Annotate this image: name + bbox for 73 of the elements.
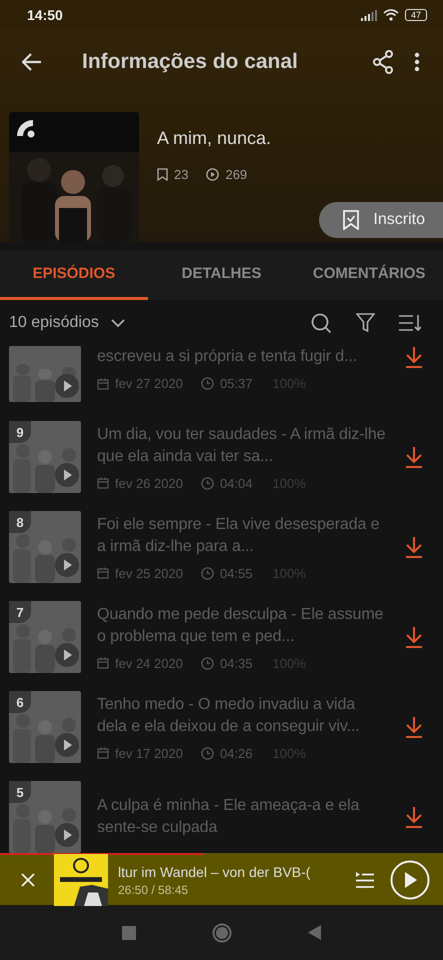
clock-icon <box>200 746 214 760</box>
episode-count-dropdown[interactable]: 10 episódios <box>9 314 99 332</box>
play-button-icon[interactable] <box>55 823 79 847</box>
tab[interactable]: DETALHES <box>148 250 296 300</box>
episode-duration: 04:26 <box>220 746 252 760</box>
sort-icon[interactable] <box>399 314 421 332</box>
episode-date: fev 26 2020 <box>115 476 183 490</box>
clock-icon <box>200 377 214 390</box>
episode-title[interactable]: A culpa é minha - Ele ameaça-a e ela sente-se culpada <box>97 795 389 839</box>
status-time: 14:50 <box>27 7 63 23</box>
episode-number: 5 <box>9 781 31 803</box>
screen-title: Informações do canal <box>82 50 299 74</box>
episode-date: fev 24 2020 <box>115 656 183 670</box>
episode-title[interactable]: Foi ele sempre - Ela vive desesperada e a irmã diz-lhe para a... <box>97 514 389 558</box>
download-icon[interactable] <box>405 716 423 738</box>
play-count: 269 <box>225 167 248 182</box>
chevron-down-icon[interactable] <box>110 318 125 328</box>
filter-icon[interactable] <box>356 313 375 333</box>
play-circle-icon <box>206 168 220 181</box>
clock-icon <box>200 656 214 670</box>
search-icon[interactable] <box>311 312 332 334</box>
subscribed-button[interactable]: Inscrito <box>319 202 443 238</box>
calendar-icon <box>97 477 109 489</box>
episode-title[interactable]: Um dia, vou ter saudades - A irmã diz-lhe que ela ainda vai ter sa... <box>97 424 389 468</box>
home-icon[interactable] <box>212 922 232 942</box>
calendar-icon <box>97 567 109 579</box>
battery-icon: 47 <box>404 9 427 21</box>
episode-number: 7 <box>9 601 31 623</box>
download-icon[interactable] <box>405 346 423 368</box>
episode-date: fev 27 2020 <box>115 376 183 391</box>
download-icon[interactable] <box>405 626 423 648</box>
download-icon[interactable] <box>405 806 423 828</box>
episode-duration: 04:35 <box>220 656 252 670</box>
play-button-icon[interactable] <box>390 860 430 900</box>
calendar-icon <box>97 378 109 390</box>
play-button-icon[interactable] <box>55 463 79 487</box>
clock-icon <box>200 566 214 580</box>
calendar-icon <box>97 657 109 669</box>
share-icon[interactable] <box>372 50 394 74</box>
back-arrow-icon[interactable] <box>22 53 42 71</box>
bookmark-icon <box>157 168 168 181</box>
episode-title[interactable]: Quando me pede desculpa - Ele assume o problema que tem e ped... <box>97 604 389 648</box>
bookmark-check-icon <box>343 210 360 230</box>
episode-title[interactable]: escreveu a si própria e tenta fugir d... <box>97 346 389 368</box>
channel-name: A mim, nunca. <box>157 128 272 149</box>
episode-number: 6 <box>9 691 31 713</box>
now-playing-title: ltur im Wandel – von der BVB-( <box>118 864 312 880</box>
queue-icon[interactable] <box>356 871 374 889</box>
episode-number: 9 <box>9 421 31 443</box>
playback-time: 26:50 / 58:45 <box>118 882 190 896</box>
calendar-icon <box>97 747 109 759</box>
wifi-icon <box>382 9 399 21</box>
episode-date: fev 25 2020 <box>115 566 183 580</box>
tab[interactable]: COMENTÁRIOS <box>295 250 443 300</box>
episode-number: 8 <box>9 511 31 533</box>
signal-icon <box>360 10 377 20</box>
episode-title[interactable]: Tenho medo - O medo invadiu a vida dela e ela deixou de a conseguir viv... <box>97 694 389 738</box>
subscriber-count: 23 <box>174 167 188 182</box>
episode-date: fev 17 2020 <box>115 746 183 760</box>
play-button-icon[interactable] <box>55 553 79 577</box>
episode-duration: 04:55 <box>220 566 252 580</box>
episode-duration: 05:37 <box>220 376 252 391</box>
play-button-icon[interactable] <box>55 374 79 398</box>
more-options-icon[interactable] <box>414 52 420 72</box>
episode-duration: 04:04 <box>220 476 252 490</box>
play-button-icon[interactable] <box>55 733 79 757</box>
download-icon[interactable] <box>405 536 423 558</box>
play-button-icon[interactable] <box>55 643 79 667</box>
clock-icon <box>200 476 214 490</box>
recents-icon[interactable] <box>122 926 136 940</box>
back-icon[interactable] <box>308 925 321 940</box>
close-icon[interactable] <box>20 872 36 888</box>
download-icon[interactable] <box>405 446 423 468</box>
